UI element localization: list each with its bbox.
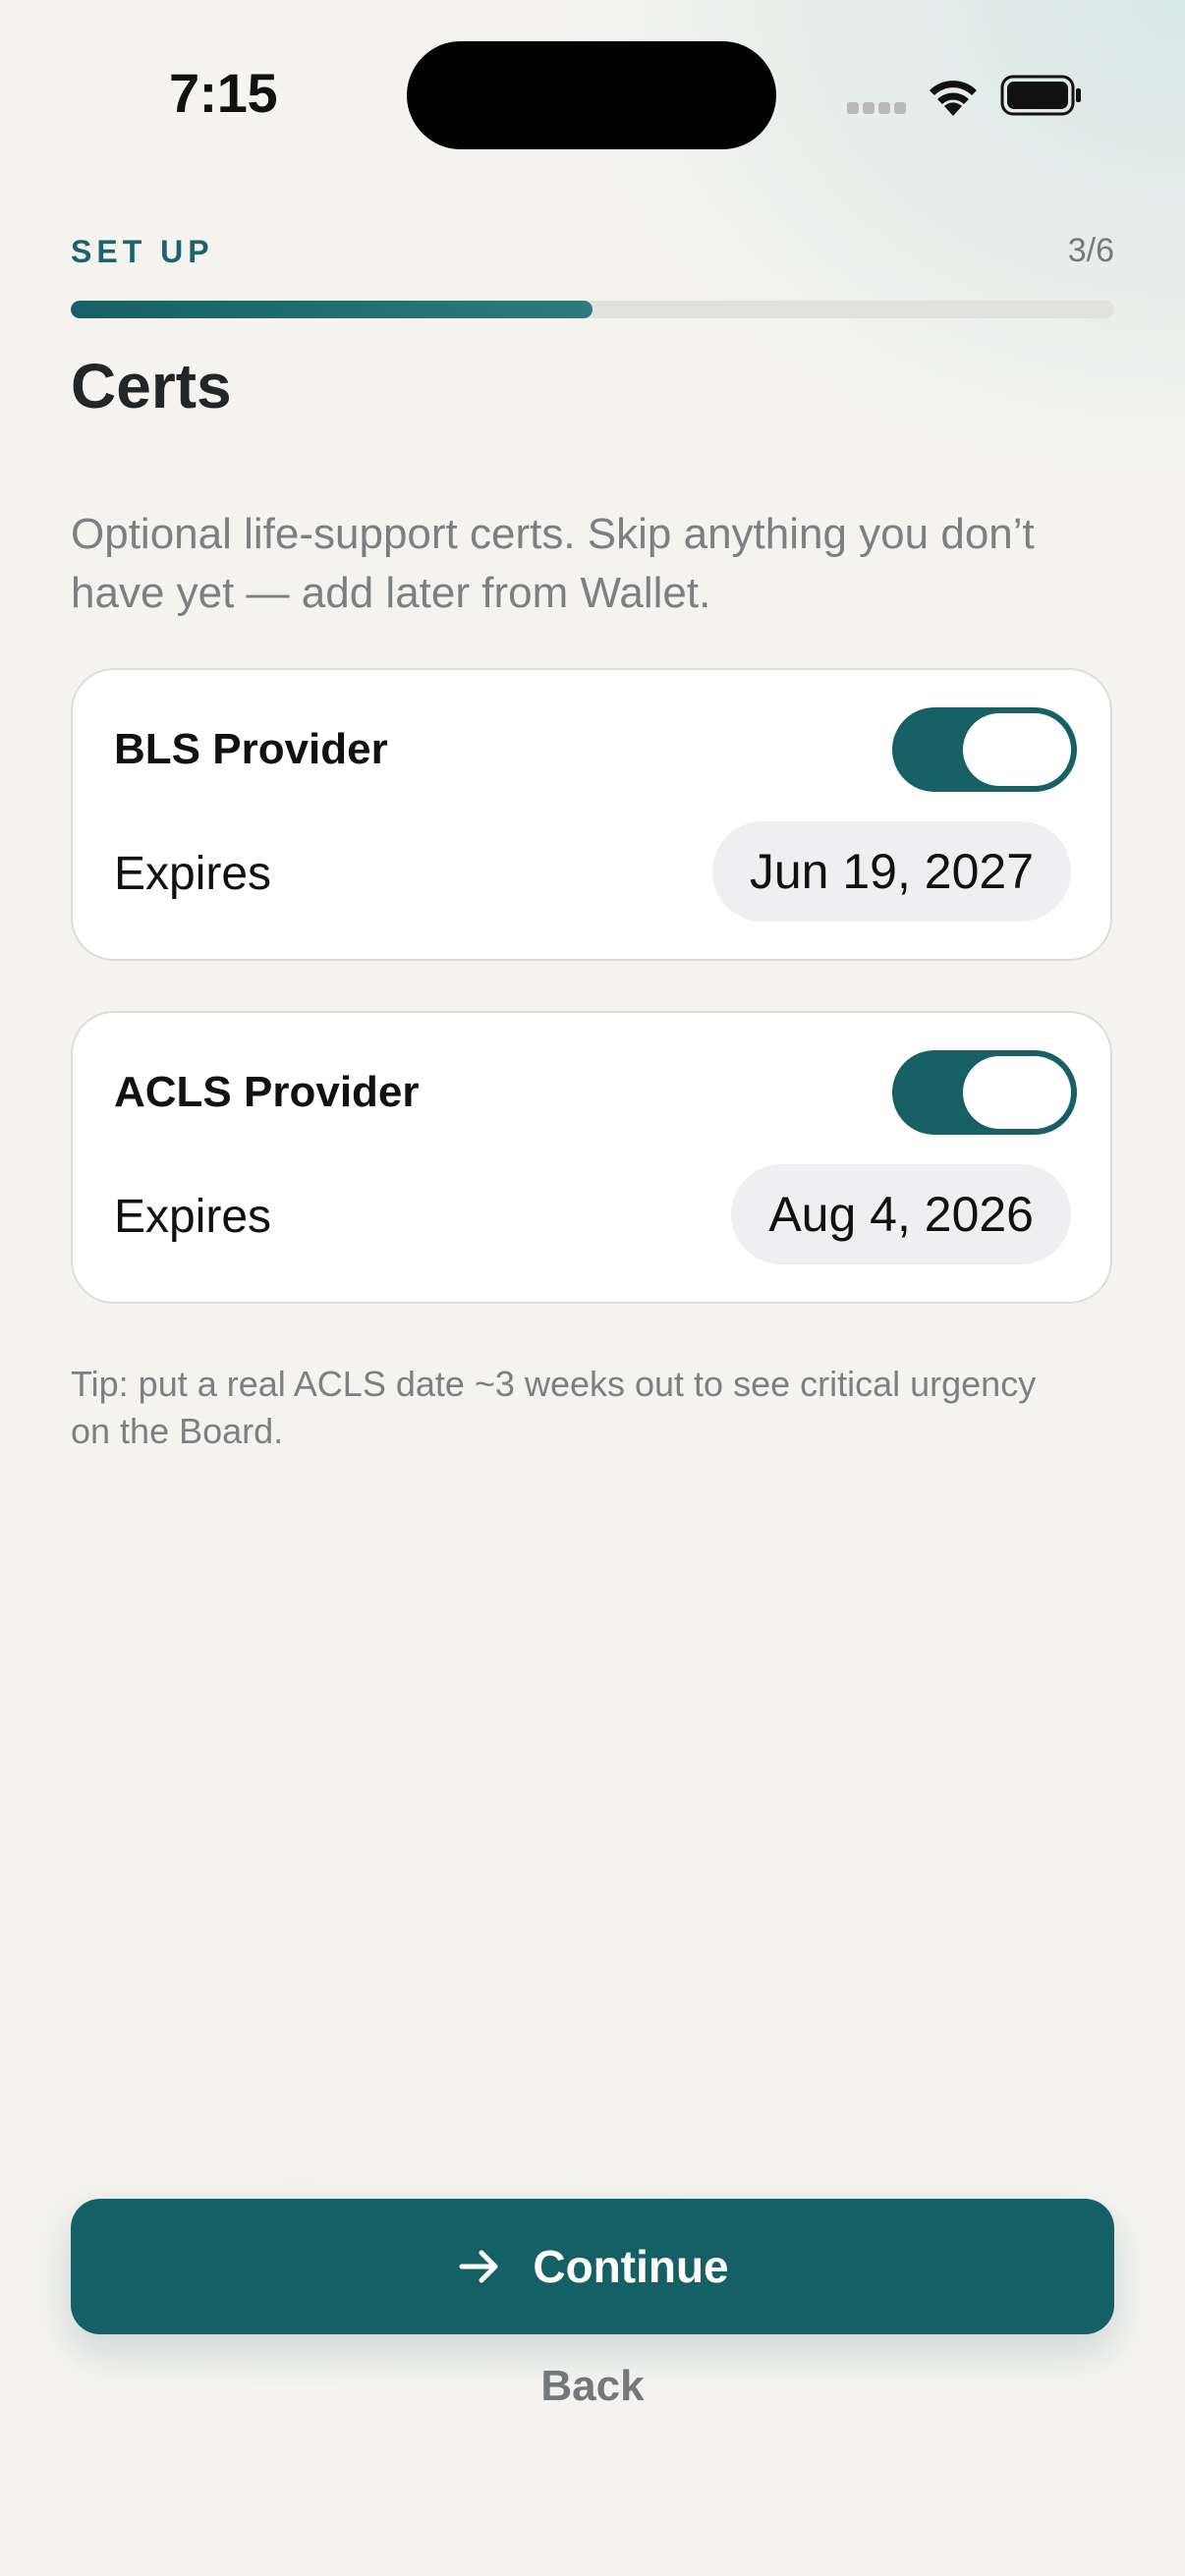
progress-bar xyxy=(71,301,1114,318)
dynamic-island xyxy=(407,41,776,149)
wifi-icon xyxy=(930,81,977,116)
expires-label: Expires xyxy=(114,1191,272,1243)
battery-icon xyxy=(1000,75,1081,116)
continue-button[interactable]: Continue xyxy=(71,2199,1114,2334)
step-count: 3/6 xyxy=(1067,232,1114,269)
bls-toggle[interactable] xyxy=(892,707,1077,792)
signal-dots-icon xyxy=(847,102,906,114)
page-subtitle: Optional life-support certs. Skip anythi… xyxy=(71,510,1035,617)
cert-name: BLS Provider xyxy=(114,725,388,773)
back-button[interactable]: Back xyxy=(0,2362,1185,2411)
status-time: 7:15 xyxy=(169,62,278,124)
progress-fill xyxy=(71,301,592,318)
arrow-right-icon xyxy=(459,2250,498,2283)
cert-card-acls: ACLS Provider Expires Aug 4, 2026 xyxy=(71,1011,1112,1304)
acls-expires-date-picker[interactable]: Aug 4, 2026 xyxy=(731,1164,1071,1264)
continue-label: Continue xyxy=(533,2241,729,2292)
cert-name: ACLS Provider xyxy=(114,1068,420,1116)
page-title: Certs xyxy=(71,351,232,421)
tip-text: Tip: put a real ACLS date ~3 weeks out t… xyxy=(71,1364,1037,1451)
bls-expires-date-picker[interactable]: Jun 19, 2027 xyxy=(711,821,1071,922)
acls-toggle[interactable] xyxy=(892,1050,1077,1135)
cert-card-bls: BLS Provider Expires Jun 19, 2027 xyxy=(71,668,1112,961)
toggle-knob xyxy=(963,713,1071,786)
expires-label: Expires xyxy=(114,848,272,900)
toggle-knob xyxy=(963,1056,1071,1129)
step-label: SET UP xyxy=(71,234,214,269)
